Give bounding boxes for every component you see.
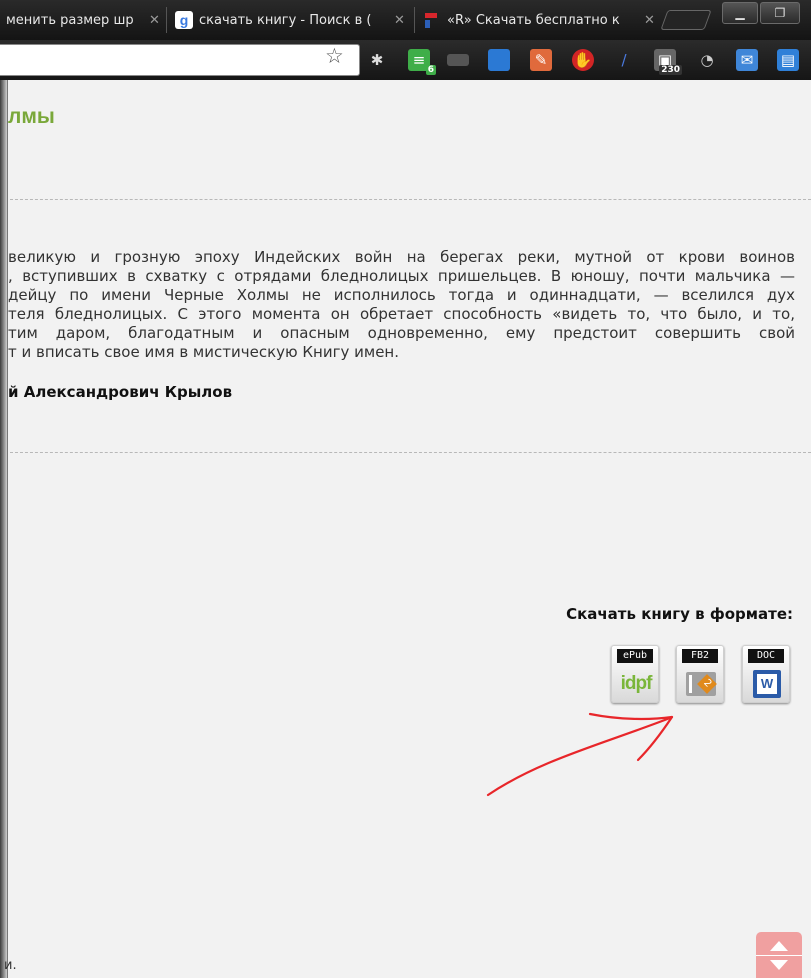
tab-1[interactable]: менить размер шр ✕ [0, 7, 160, 33]
mail-icon[interactable]: ✉ [736, 49, 758, 71]
feeds-badge: 6 [425, 65, 436, 75]
adblock-icon[interactable]: ✋ [572, 49, 594, 71]
new-tab-button[interactable] [660, 10, 712, 30]
puzzle-icon[interactable]: ✱ [366, 49, 388, 71]
ruler-icon[interactable] [447, 54, 469, 66]
download-doc-button[interactable]: DOC [742, 645, 790, 703]
clean-brush-icon[interactable]: ✎ [530, 49, 552, 71]
restore-button[interactable]: ❐ [760, 2, 800, 24]
fb2-label: FB2 [682, 649, 718, 663]
tab-3[interactable]: «R» Скачать бесплатно к ✕ [414, 7, 662, 33]
description-line: великую и грозную эпоху Индейских войн н… [8, 248, 795, 266]
description-line: теля бледнолицых. С этого момента он обр… [8, 305, 795, 323]
bookmark-star-icon[interactable]: ☆ [325, 44, 344, 68]
description-line: тим даром, благодатным и опасным одновре… [8, 324, 795, 342]
site-favicon-icon [423, 11, 441, 29]
browser-toolbar: ☆ ✱ ≡ 6 ✎ ✋ / ▣ 230 ◔ ✉ ▤ [0, 40, 811, 80]
footer-text: и. [4, 958, 17, 973]
arrow-down-icon [770, 960, 788, 970]
description-line: дейцу по имени Черные Холмы не исполнило… [8, 286, 795, 304]
divider-bottom [10, 452, 811, 453]
tab-3-title: «R» Скачать бесплатно к [447, 12, 620, 28]
notebook-icon[interactable] [488, 49, 510, 71]
fb2-logo-icon [677, 668, 723, 700]
divider-top [10, 199, 811, 200]
idpf-logo-text: idpf [620, 673, 653, 694]
red-arrow-annotation [486, 712, 674, 797]
doc-label: DOC [748, 649, 784, 663]
tab-3-close-icon[interactable]: ✕ [644, 13, 655, 28]
description-line: т и вписать свое имя в мистическую Книгу… [8, 343, 399, 361]
address-bar[interactable] [0, 44, 360, 76]
book-description: великую и грозную эпоху Индейских войн н… [8, 248, 795, 362]
counter-icon[interactable]: ▣ 230 [654, 49, 682, 75]
epub-logo-icon: idpf [612, 668, 658, 700]
tab-strip: менить размер шр ✕ g скачать книгу - Пои… [0, 0, 811, 40]
download-fb2-button[interactable]: FB2 [676, 645, 724, 703]
clock-icon[interactable]: ◔ [696, 49, 718, 71]
epub-label: ePub [617, 649, 653, 663]
window-icon[interactable]: ▤ [777, 49, 799, 71]
arrow-up-icon [770, 941, 788, 951]
scroll-to-top-button[interactable] [756, 932, 802, 978]
download-epub-button[interactable]: ePub idpf [611, 645, 659, 703]
download-label: Скачать книгу в формате: [566, 605, 793, 623]
tab-1-close-icon[interactable]: ✕ [149, 13, 160, 28]
book-title: лмы [8, 105, 55, 128]
google-favicon-icon: g [175, 11, 193, 29]
feeds-icon[interactable]: ≡ 6 [408, 49, 436, 75]
word-doc-icon [743, 668, 789, 700]
tab-2-title: скачать книгу - Поиск в ( [199, 12, 372, 28]
sidebar-edge [0, 80, 8, 978]
tab-2-close-icon[interactable]: ✕ [394, 13, 405, 28]
counter-badge: 230 [659, 65, 682, 75]
minimize-button[interactable]: ▁ [722, 2, 758, 24]
description-line: , вступивших в схватку с отрядами бледно… [8, 267, 795, 285]
tab-2[interactable]: g скачать книгу - Поиск в ( ✕ [166, 7, 410, 33]
pen-icon[interactable]: / [613, 49, 635, 71]
author-name[interactable]: й Александрович Крылов [8, 383, 232, 401]
tab-1-title: менить размер шр [6, 12, 134, 28]
